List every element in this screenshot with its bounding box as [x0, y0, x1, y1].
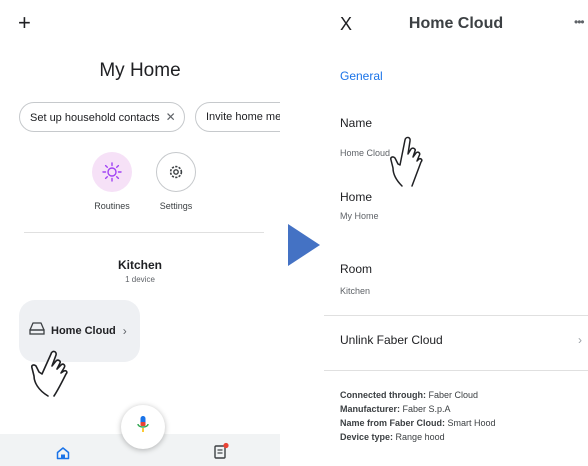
name-field-value[interactable]: Home Cloud — [340, 148, 390, 158]
room-device-count: 1 device — [125, 275, 155, 284]
name-field-label[interactable]: Name — [340, 116, 372, 130]
device-settings-screen: X Home Cloud ••• General Name Home Cloud… — [324, 0, 588, 466]
feed-icon[interactable] — [213, 442, 229, 465]
chevron-right-icon: › — [122, 324, 127, 338]
more-options-icon[interactable]: ••• — [574, 15, 585, 29]
room-name: Kitchen — [117, 258, 162, 272]
info-value: Faber Cloud — [428, 390, 479, 400]
info-manufacturer: Manufacturer: Faber S.p.A — [340, 404, 451, 414]
tap-hand-icon — [390, 136, 423, 187]
gear-icon — [156, 152, 196, 192]
tap-hand-icon — [31, 350, 68, 397]
triangle-right-icon — [288, 224, 320, 266]
settings-button[interactable]: Settings — [146, 152, 206, 211]
home-field-value[interactable]: My Home — [340, 211, 379, 221]
room-field-value[interactable]: Kitchen — [340, 286, 370, 296]
chip-label: Set up household contacts — [30, 112, 160, 124]
top-app-bar: X Home Cloud ••• — [324, 0, 588, 48]
google-home-screen: + My Home Set up household contacts ✕ Inv… — [0, 0, 280, 466]
settings-label: Settings — [159, 201, 193, 211]
chevron-right-icon[interactable]: › — [578, 333, 582, 347]
info-connected-through: Connected through: Faber Cloud — [340, 390, 478, 400]
unlink-faber-cloud-button[interactable]: Unlink Faber Cloud — [340, 333, 443, 347]
divider — [324, 370, 588, 371]
sun-icon — [92, 152, 132, 192]
chip-label: Invite home me — [206, 111, 280, 123]
invite-home-member-chip[interactable]: Invite home me — [195, 102, 280, 132]
home-field-label[interactable]: Home — [340, 190, 372, 204]
info-device-type: Device type: Range hood — [340, 432, 445, 442]
info-label: Device type: — [340, 432, 394, 442]
routines-button[interactable]: Routines — [82, 152, 142, 211]
page-title: Home Cloud — [408, 15, 504, 32]
section-general-heading: General — [340, 69, 383, 83]
info-label: Connected through: — [340, 390, 426, 400]
routines-label: Routines — [94, 201, 130, 211]
home-icon[interactable] — [56, 446, 70, 465]
divider — [324, 315, 588, 316]
device-name: Home Cloud — [51, 325, 116, 337]
info-value: Range hood — [395, 432, 445, 442]
info-value: Faber S.p.A — [402, 404, 451, 414]
info-label: Manufacturer: — [340, 404, 401, 414]
close-icon[interactable]: ✕ — [166, 110, 176, 124]
info-name-from-faber: Name from Faber Cloud: Smart Hood — [340, 418, 496, 428]
room-field-label[interactable]: Room — [340, 262, 372, 276]
info-label: Name from Faber Cloud: — [340, 418, 446, 428]
home-title: My Home — [99, 60, 181, 81]
household-contacts-chip[interactable]: Set up household contacts ✕ — [19, 102, 185, 132]
info-value: Smart Hood — [447, 418, 496, 428]
mic-button[interactable] — [121, 405, 165, 449]
mic-icon — [136, 415, 150, 440]
divider — [24, 232, 264, 233]
plus-icon[interactable]: + — [18, 12, 31, 34]
